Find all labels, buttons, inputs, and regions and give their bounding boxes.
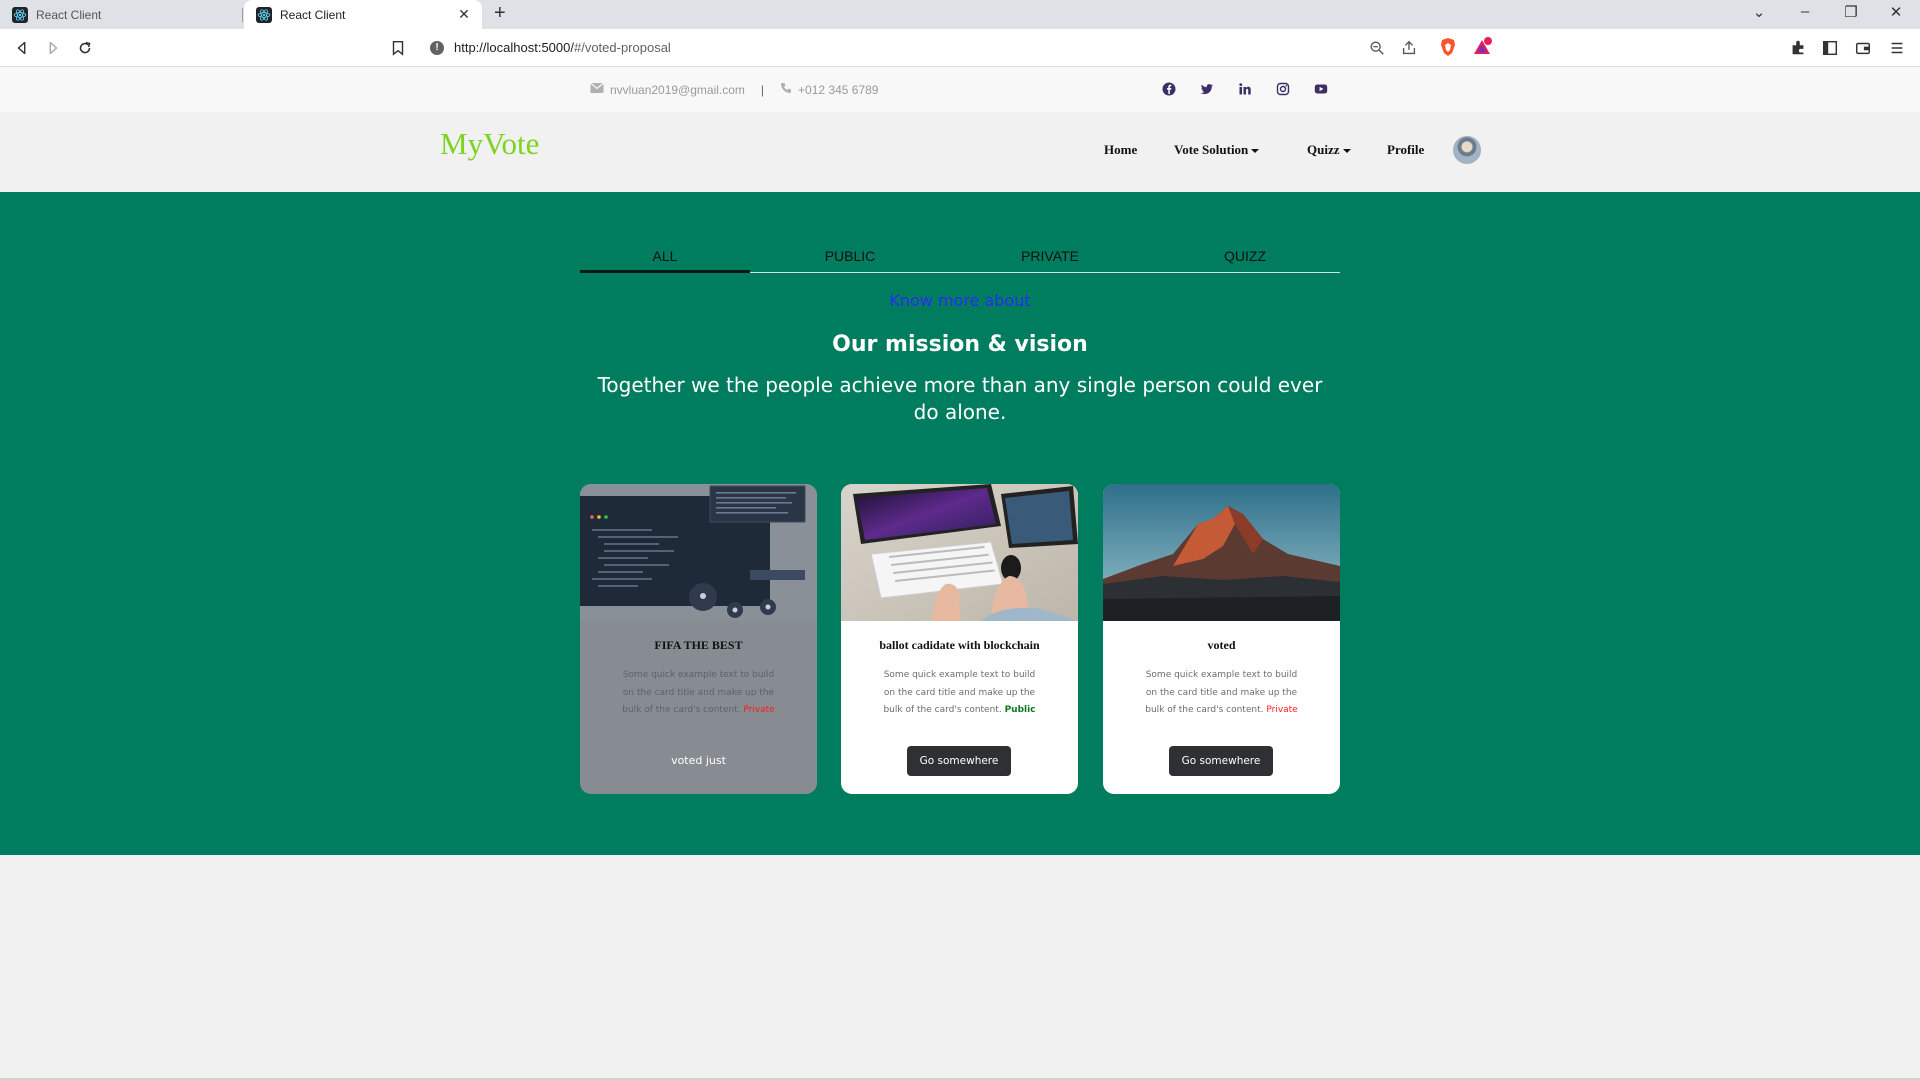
zoom-icon[interactable]: [1367, 38, 1387, 58]
tab-search-icon[interactable]: ⌄: [1748, 3, 1770, 21]
voted-status: voted just: [671, 754, 726, 767]
card-image-code-screen: [580, 484, 817, 621]
tab-private[interactable]: PRIVATE: [950, 248, 1150, 273]
instagram-icon[interactable]: [1274, 80, 1291, 97]
contact-email[interactable]: nvvluan2019@gmail.com: [610, 83, 745, 97]
user-avatar[interactable]: [1453, 136, 1481, 164]
contact-topbar: nvvluan2019@gmail.com | +012 345 6789: [0, 67, 1920, 112]
tab-public[interactable]: PUBLIC: [750, 248, 950, 273]
reload-icon[interactable]: [75, 38, 95, 58]
card-title: voted: [1207, 638, 1236, 652]
proposal-card: voted Some quick example text to build o…: [1103, 484, 1340, 794]
nav-quizz-label: Quizz: [1307, 142, 1340, 157]
close-tab-icon[interactable]: ✕: [456, 6, 472, 22]
share-icon[interactable]: [1399, 38, 1419, 58]
private-badge: Private: [1266, 705, 1298, 715]
web-page: nvvluan2019@gmail.com | +012 345 6789 My…: [0, 67, 1920, 1080]
social-links: [1160, 80, 1329, 97]
react-favicon-icon: [12, 6, 28, 23]
know-more-link[interactable]: Know more about: [0, 291, 1920, 310]
address-bar[interactable]: ! http://localhost:5000/#/voted-proposal: [420, 34, 1500, 62]
brave-rewards-icon[interactable]: [1472, 37, 1492, 57]
menu-icon[interactable]: [1887, 38, 1907, 58]
linkedin-icon[interactable]: [1236, 80, 1253, 97]
caret-down-icon: [1342, 149, 1351, 154]
new-tab-icon[interactable]: +: [494, 2, 506, 25]
close-window-icon[interactable]: ✕: [1885, 3, 1907, 21]
proposal-card: FIFA THE BEST Some quick example text to…: [580, 484, 817, 794]
extensions-icon[interactable]: [1788, 38, 1808, 58]
browser-toolbar: ! http://localhost:5000/#/voted-proposal: [0, 29, 1920, 67]
tab-divider: [242, 8, 243, 22]
go-somewhere-button[interactable]: Go somewhere: [907, 746, 1011, 776]
tab-all[interactable]: ALL: [580, 248, 750, 273]
card-title: FIFA THE BEST: [654, 638, 743, 652]
browser-tab-active[interactable]: React Client ✕: [244, 0, 482, 29]
caret-down-icon: [1251, 149, 1260, 154]
nav-home[interactable]: Home: [1104, 142, 1137, 158]
contact-phone[interactable]: +012 345 6789: [798, 83, 878, 97]
nav-vote-solution-label: Vote Solution: [1174, 142, 1249, 157]
brave-shields-icon[interactable]: [1438, 37, 1458, 57]
bookmark-icon[interactable]: [388, 38, 408, 58]
url-text[interactable]: http://localhost:5000/#/voted-proposal: [454, 40, 671, 55]
forward-icon[interactable]: [43, 38, 63, 58]
browser-tab-strip: React Client React Client ✕ + ⌄ – ❐ ✕: [0, 0, 1920, 29]
public-badge: Public: [1004, 705, 1036, 715]
contact-info: nvvluan2019@gmail.com | +012 345 6789: [590, 82, 878, 97]
nav-profile[interactable]: Profile: [1387, 142, 1424, 158]
restore-icon[interactable]: ❐: [1840, 3, 1862, 21]
tab-quizz[interactable]: QUIZZ: [1150, 248, 1340, 273]
card-image-mountain: [1103, 484, 1340, 621]
proposal-card: ballot cadidate with blockchain Some qui…: [841, 484, 1078, 794]
sidebar-icon[interactable]: [1820, 38, 1840, 58]
proposals-section: ALL PUBLIC PRIVATE QUIZZ Know more about…: [0, 192, 1920, 855]
back-icon[interactable]: [12, 38, 32, 58]
twitter-icon[interactable]: [1198, 80, 1215, 97]
card-description: Some quick example text to build on the …: [883, 670, 1036, 715]
facebook-icon[interactable]: [1160, 80, 1177, 97]
nav-vote-solution-dropdown[interactable]: Vote Solution: [1174, 142, 1260, 158]
envelope-icon: [590, 82, 604, 97]
private-badge: Private: [743, 705, 775, 715]
go-somewhere-button[interactable]: Go somewhere: [1169, 746, 1273, 776]
card-description: Some quick example text to build on the …: [1145, 670, 1298, 715]
react-favicon-icon: [256, 6, 272, 23]
browser-tab[interactable]: React Client: [0, 0, 242, 29]
brand-logo[interactable]: MyVote: [440, 126, 539, 162]
wallet-icon[interactable]: [1853, 38, 1873, 58]
browser-tab-title: React Client: [36, 7, 102, 22]
browser-tab-title: React Client: [280, 7, 346, 22]
youtube-icon[interactable]: [1312, 80, 1329, 97]
contact-separator: |: [760, 82, 765, 97]
filter-tabs: ALL PUBLIC PRIVATE QUIZZ: [580, 248, 1340, 273]
mission-tagline: Together we the people achieve more than…: [597, 373, 1323, 424]
card-title: ballot cadidate with blockchain: [879, 638, 1040, 652]
card-image-keyboard-desk: [841, 484, 1078, 621]
site-info-icon[interactable]: !: [430, 41, 444, 55]
minimize-icon[interactable]: –: [1794, 3, 1816, 20]
mission-title: Our mission & vision: [832, 332, 1088, 357]
card-description: Some quick example text to build on the …: [622, 670, 775, 715]
main-navbar: MyVote Home Vote Solution Quizz Profile: [0, 112, 1920, 192]
nav-quizz-dropdown[interactable]: Quizz: [1307, 142, 1351, 158]
phone-icon: [780, 82, 792, 97]
